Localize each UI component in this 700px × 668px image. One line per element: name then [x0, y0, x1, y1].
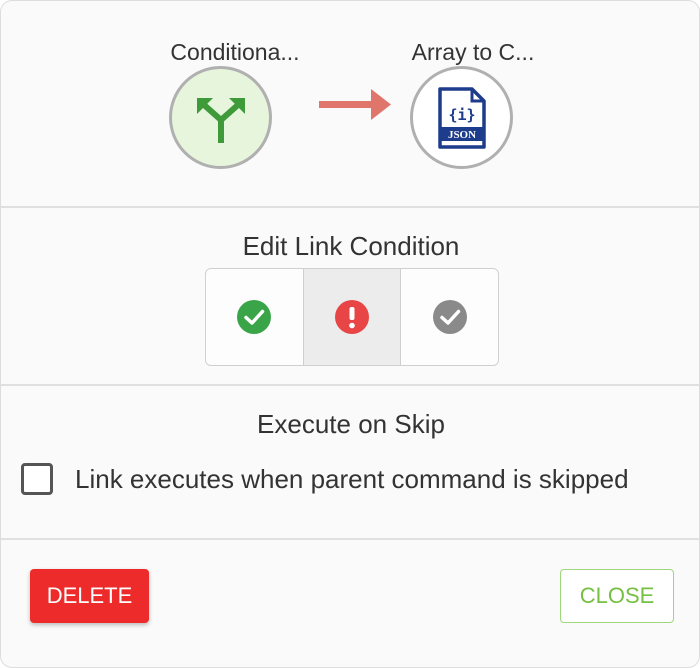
link-editor-dialog: Conditiona... Array to C... {i} JSON Edi… [0, 0, 700, 668]
exclamation-circle-icon [335, 300, 369, 334]
divider [1, 538, 700, 540]
execute-on-skip-label: Link executes when parent command is ski… [75, 463, 629, 494]
json-icon-glyph: {i} [448, 106, 475, 124]
source-node-label: Conditiona... [170, 39, 300, 65]
divider [1, 206, 700, 208]
skip-option-row: Link executes when parent command is ski… [21, 463, 629, 495]
check-circle-gray-icon [432, 300, 467, 334]
close-button[interactable]: CLOSE [560, 569, 674, 623]
condition-success-button[interactable] [206, 269, 304, 365]
delete-button[interactable]: DELETE [30, 569, 149, 623]
target-node-label: Array to C... [411, 39, 535, 65]
target-node[interactable]: {i} JSON [410, 66, 513, 169]
json-icon-badge: JSON [447, 129, 475, 141]
condition-toggle-group [205, 268, 499, 366]
json-file-icon: {i} JSON [437, 86, 486, 149]
branch-split-icon [196, 97, 245, 143]
condition-failure-button[interactable] [303, 269, 402, 365]
check-circle-icon [237, 300, 272, 334]
condition-title: Edit Link Condition [242, 231, 460, 261]
divider [1, 384, 700, 386]
skip-title: Execute on Skip [257, 409, 445, 439]
execute-on-skip-checkbox[interactable] [21, 463, 53, 495]
link-arrow-icon [319, 89, 391, 120]
source-node[interactable] [169, 66, 272, 169]
condition-complete-button[interactable] [401, 269, 498, 365]
